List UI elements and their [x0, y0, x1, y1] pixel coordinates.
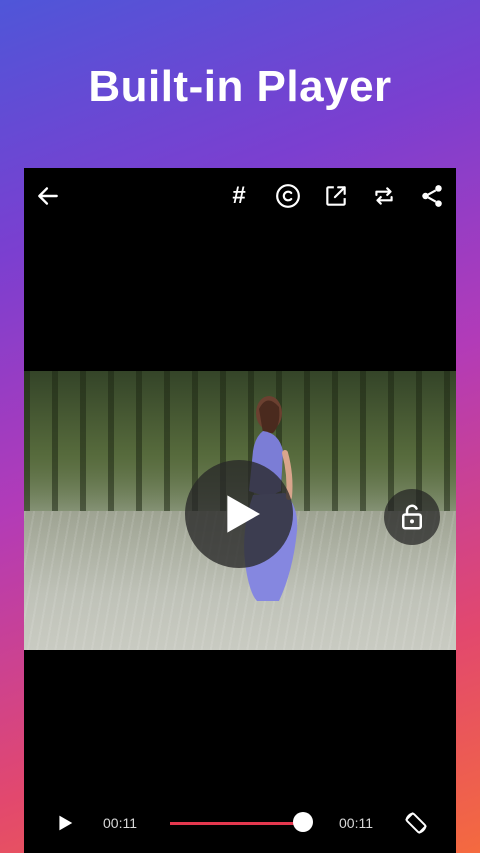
play-button-large[interactable] [185, 460, 293, 568]
copyright-button[interactable] [270, 178, 306, 214]
copyright-icon [276, 184, 300, 208]
open-external-button[interactable] [318, 178, 354, 214]
repeat-icon [375, 187, 393, 205]
seek-bar[interactable] [170, 822, 303, 825]
hashtag-icon: # [232, 182, 246, 209]
back-arrow-icon [38, 187, 58, 205]
play-button-small[interactable] [46, 805, 82, 841]
open-external-icon [326, 186, 346, 206]
hashtag-button[interactable]: # [221, 178, 257, 214]
screen-rotation-icon [405, 812, 427, 834]
total-time: 00:11 [339, 815, 373, 831]
player-controls-bar: 00:11 00:11 [24, 793, 456, 853]
video-frame[interactable] [24, 371, 456, 650]
back-button[interactable] [30, 178, 66, 214]
share-button[interactable] [414, 178, 450, 214]
current-time: 00:11 [103, 815, 137, 831]
screen-lock-button[interactable] [384, 489, 440, 545]
rotate-screen-button[interactable] [398, 805, 434, 841]
repeat-button[interactable] [366, 178, 402, 214]
player-top-bar: # [24, 168, 456, 226]
video-player-screen: # 00:11 00:11 [24, 168, 456, 853]
unlock-icon [402, 504, 422, 530]
play-icon [59, 815, 73, 831]
promo-headline: Built-in Player [88, 62, 392, 111]
play-icon [227, 495, 260, 533]
share-icon [422, 185, 442, 207]
seek-thumb[interactable] [293, 812, 313, 832]
seek-progress [170, 822, 303, 825]
